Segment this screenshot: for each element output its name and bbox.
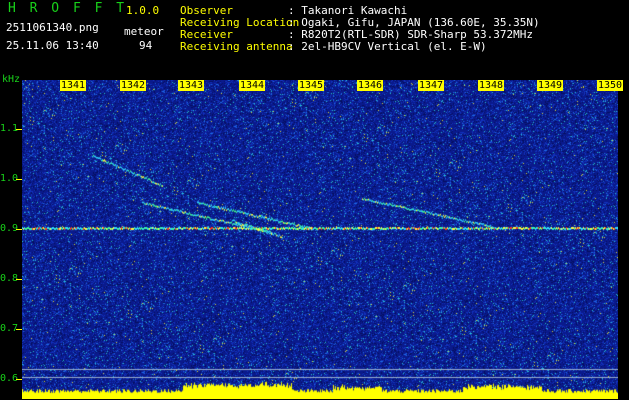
y-axis-unit: kHz xyxy=(2,74,21,85)
x-tick-label: 1342 xyxy=(120,80,147,91)
meteor-count-value: 94 xyxy=(139,39,153,52)
x-tick-label: 1343 xyxy=(178,80,205,91)
x-tick-label: 1349 xyxy=(537,80,564,91)
x-tick-label: 1345 xyxy=(298,80,325,91)
meteor-count-label: meteor xyxy=(124,25,164,38)
app-title: H R O F F T xyxy=(8,1,128,16)
x-tick-label: 1347 xyxy=(418,80,445,91)
image-filename: 2511061340.png xyxy=(6,21,99,34)
antenna-label: Receiving antenna xyxy=(180,40,293,53)
x-tick-label: 1346 xyxy=(357,80,384,91)
capture-timestamp: 25.11.06 13:40 xyxy=(6,39,99,52)
x-tick-label: 1348 xyxy=(478,80,505,91)
app-version: 1.0.0 xyxy=(126,4,160,17)
spectrogram-display xyxy=(22,80,618,399)
hrofft-window: H R O F F T 1.0.0 2511061340.png 25.11.0… xyxy=(0,0,629,400)
x-tick-label: 1350 xyxy=(597,80,624,91)
x-tick-label: 1344 xyxy=(239,80,266,91)
antenna-value: : 2el-HB9CV Vertical (el. E-W) xyxy=(288,40,487,53)
x-tick-label: 1341 xyxy=(60,80,87,91)
